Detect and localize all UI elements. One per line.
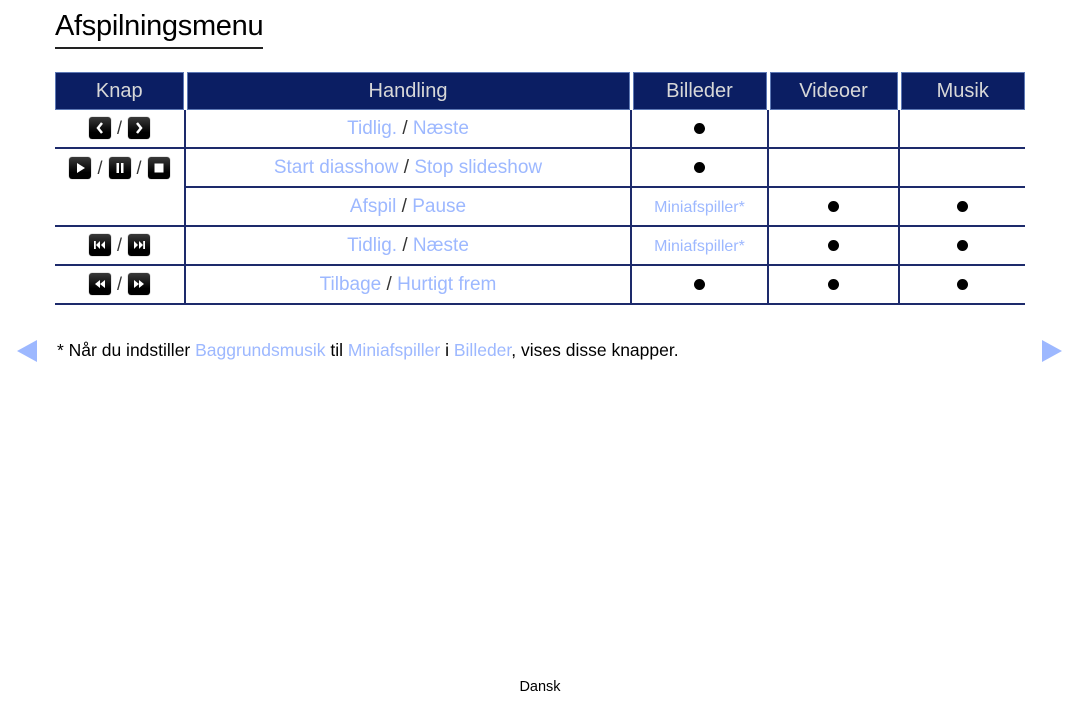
- play-icon: [69, 157, 92, 179]
- action-stop-slideshow: Stop slideshow: [414, 156, 543, 178]
- action-start-slideshow: Start diasshow: [273, 156, 399, 178]
- action-fast-forward: Hurtigt frem: [397, 273, 497, 295]
- supported-dot: [694, 278, 705, 290]
- supported-dot: [957, 278, 968, 290]
- videoer-cell: [767, 187, 899, 227]
- musik-cell: [898, 265, 1025, 305]
- musik-cell: [898, 226, 1025, 266]
- footnote-link-miniplayer: Miniafspiller: [347, 340, 441, 360]
- playback-menu-table: Knap Handling Billeder Videoer Musik / T…: [55, 72, 1025, 305]
- videoer-cell: [767, 226, 899, 266]
- header-knap: Knap: [55, 72, 185, 110]
- page-title: Afspilningsmenu: [55, 10, 264, 49]
- videoer-cell: [767, 110, 899, 149]
- action-separator: /: [402, 117, 408, 139]
- knap-cell: /: [55, 265, 185, 305]
- table-row: / / Start diasshow / Stop slideshow: [55, 148, 1025, 227]
- skip-back-icon: [88, 234, 111, 257]
- knap-cell: /: [55, 110, 185, 149]
- footnote: * Når du indstiller Baggrundsmusik til M…: [57, 340, 679, 361]
- supported-dot: [828, 200, 839, 212]
- triangle-left-icon[interactable]: [16, 339, 38, 363]
- table-row: / Tidlig. / Næste: [55, 110, 1025, 149]
- knap-cell: / /: [55, 148, 185, 227]
- table-row: / Tilbage / Hurtigt frem: [55, 265, 1025, 305]
- pause-icon: [108, 157, 131, 179]
- miniplayer-label: Miniafspiller*: [654, 237, 745, 255]
- supported-dot: [828, 278, 839, 290]
- footnote-link-background-music: Baggrundsmusik: [195, 340, 326, 360]
- action-play: Afspil: [349, 195, 397, 217]
- table-row: Afspil / Pause Miniafspiller*: [55, 187, 1025, 227]
- next-icon: [128, 117, 150, 140]
- musik-cell: [898, 148, 1025, 188]
- footnote-suffix: , vises disse knapper.: [511, 340, 679, 360]
- header-billeder: Billeder: [629, 72, 768, 110]
- videoer-cell: [767, 265, 899, 305]
- table-row: / Tidlig. / Næste Miniafspiller*: [55, 226, 1025, 266]
- supported-dot: [957, 239, 968, 251]
- skip-forward-icon: [128, 234, 150, 257]
- fast-forward-icon: [128, 273, 150, 296]
- triangle-right-icon[interactable]: [1041, 339, 1063, 363]
- footer-language: Dansk: [519, 679, 561, 695]
- separator: /: [116, 117, 122, 138]
- footnote-text: i: [440, 340, 454, 360]
- handling-cell: Afspil / Pause: [184, 187, 631, 227]
- separator: /: [116, 234, 122, 255]
- header-handling: Handling: [183, 72, 631, 110]
- handling-cell: Tidlig. / Næste: [184, 226, 631, 266]
- action-next: Næste: [412, 117, 469, 139]
- action-pause: Pause: [412, 195, 467, 217]
- musik-cell: [898, 187, 1025, 227]
- billeder-cell: [630, 265, 768, 305]
- rewind-icon: [88, 273, 111, 296]
- footnote-link-photos: Billeder: [453, 340, 512, 360]
- separator: /: [136, 157, 142, 178]
- billeder-cell: Miniafspiller*: [630, 226, 768, 266]
- supported-dot: [828, 239, 839, 251]
- action-separator: /: [402, 234, 408, 256]
- musik-cell: [898, 110, 1025, 149]
- header-musik: Musik: [897, 72, 1025, 110]
- miniplayer-label: Miniafspiller*: [654, 198, 745, 216]
- footnote-text: til: [325, 340, 348, 360]
- action-previous: Tidlig.: [347, 234, 398, 256]
- action-separator: /: [386, 273, 392, 295]
- header-videoer: Videoer: [766, 72, 899, 110]
- handling-cell: Tilbage / Hurtigt frem: [184, 265, 631, 305]
- table-header-row: Knap Handling Billeder Videoer Musik: [55, 72, 1025, 110]
- supported-dot: [957, 200, 968, 212]
- handling-cell: Tidlig. / Næste: [184, 110, 631, 149]
- supported-dot: [694, 122, 705, 134]
- action-previous: Tidlig.: [347, 117, 398, 139]
- stop-icon: [147, 157, 170, 179]
- billeder-cell: [630, 110, 768, 149]
- action-next: Næste: [412, 234, 469, 256]
- videoer-cell: [767, 148, 899, 188]
- footnote-prefix: * Når du indstiller: [57, 340, 196, 360]
- knap-cell: /: [55, 226, 185, 266]
- handling-cell: Start diasshow / Stop slideshow: [184, 148, 631, 188]
- supported-dot: [694, 161, 705, 173]
- billeder-cell: [630, 148, 768, 188]
- prev-icon: [88, 117, 111, 140]
- separator: /: [97, 157, 103, 178]
- action-separator: /: [401, 195, 407, 217]
- action-separator: /: [403, 156, 410, 178]
- billeder-cell: Miniafspiller*: [630, 187, 768, 227]
- separator: /: [116, 273, 122, 294]
- action-rewind: Tilbage: [319, 273, 382, 295]
